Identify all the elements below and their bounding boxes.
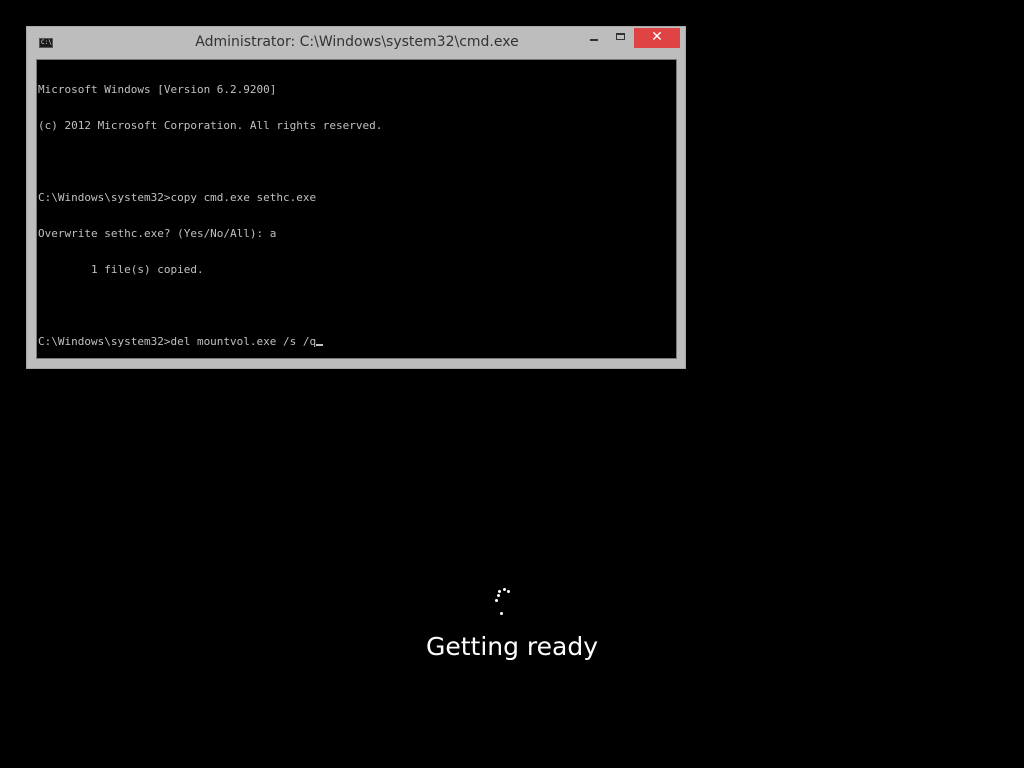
loading-spinner-icon — [492, 586, 512, 618]
maximize-button[interactable] — [608, 28, 634, 48]
console-line: C:\Windows\system32>copy cmd.exe sethc.e… — [38, 191, 317, 204]
cmd-window[interactable]: C:\ Administrator: C:\Windows\system32\c… — [26, 26, 686, 369]
console-lines: Microsoft Windows [Version 6.2.9200] (c)… — [38, 60, 382, 372]
close-button[interactable]: ✕ — [634, 28, 680, 48]
console-line: (c) 2012 Microsoft Corporation. All righ… — [38, 119, 383, 132]
minimize-button[interactable] — [580, 28, 608, 48]
console-command-line[interactable]: C:\Windows\system32>del mountvol.exe /s … — [38, 336, 382, 348]
maximize-icon — [616, 33, 625, 40]
console-output-area[interactable]: Microsoft Windows [Version 6.2.9200] (c)… — [36, 59, 677, 359]
console-line: Overwrite sethc.exe? (Yes/No/All): a — [38, 227, 277, 240]
minimize-icon — [590, 39, 598, 41]
boot-status-text: Getting ready — [425, 632, 599, 661]
console-line: 1 file(s) copied. — [38, 263, 204, 276]
title-bar[interactable]: C:\ Administrator: C:\Windows\system32\c… — [27, 27, 685, 59]
text-cursor — [316, 344, 324, 346]
console-line: Microsoft Windows [Version 6.2.9200] — [38, 83, 277, 96]
console-command-text: C:\Windows\system32>del mountvol.exe /s … — [38, 335, 317, 348]
close-icon: ✕ — [651, 29, 663, 45]
